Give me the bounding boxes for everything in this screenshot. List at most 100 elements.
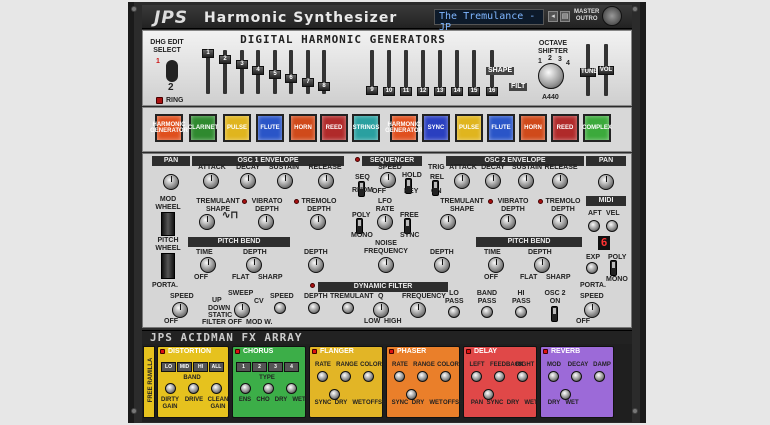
osc1-release-knob[interactable] bbox=[318, 173, 334, 189]
fx-chorus-led[interactable] bbox=[235, 349, 240, 354]
ring-led[interactable] bbox=[156, 97, 163, 104]
harmonic-slider-track[interactable] bbox=[306, 50, 310, 94]
fx-distortion-btn-2[interactable]: HI bbox=[193, 362, 208, 372]
pb-time-knob-2[interactable] bbox=[488, 257, 504, 273]
harmonic-slider-cap[interactable]: 4 bbox=[252, 66, 264, 75]
fx-reverb-knob[interactable] bbox=[548, 371, 559, 382]
harmonic-slider-track[interactable] bbox=[289, 50, 293, 94]
osc1-decay-knob[interactable] bbox=[240, 173, 256, 189]
dhg-edit-toggle[interactable] bbox=[166, 60, 178, 82]
fx-distortion-btn-3[interactable]: ALL bbox=[209, 362, 224, 372]
noise-depth-knob-2[interactable] bbox=[434, 257, 450, 273]
osc2-decay-knob[interactable] bbox=[485, 173, 501, 189]
filter-tremulant-knob[interactable] bbox=[342, 302, 354, 314]
tremolo-depth-knob-1[interactable] bbox=[310, 214, 326, 230]
fx-distortion-btn-0[interactable]: LO bbox=[161, 362, 176, 372]
aft-knob[interactable] bbox=[588, 220, 600, 232]
osc1-sustain-knob[interactable] bbox=[277, 173, 293, 189]
osc2-attack-knob[interactable] bbox=[454, 173, 470, 189]
exp-knob[interactable] bbox=[586, 262, 598, 274]
osc2-release-knob[interactable] bbox=[552, 173, 568, 189]
harmonic-slider-cap[interactable]: 6 bbox=[285, 74, 297, 83]
filter-speed-knob[interactable] bbox=[274, 302, 286, 314]
fx-distortion-knob[interactable] bbox=[165, 383, 176, 394]
lo-pass-knob[interactable] bbox=[448, 306, 460, 318]
harmonic-slider-cap[interactable]: 7 bbox=[302, 78, 314, 87]
fx-flanger-knob[interactable] bbox=[317, 371, 328, 382]
band-pass-knob[interactable] bbox=[481, 306, 493, 318]
harmonic-slider-cap[interactable]: 8 bbox=[318, 82, 330, 91]
osc2-on-switch[interactable] bbox=[551, 306, 558, 322]
fx-flanger-knob[interactable] bbox=[340, 371, 351, 382]
harmonic-slider-cap[interactable]: 11 bbox=[400, 87, 412, 96]
mod-wheel[interactable] bbox=[161, 212, 175, 236]
fx-delay-knob[interactable] bbox=[471, 371, 482, 382]
harmonic-slider-track[interactable] bbox=[240, 50, 244, 94]
harmonic-slider-cap[interactable]: 2 bbox=[219, 55, 231, 64]
octave-shifter-knob[interactable] bbox=[538, 63, 564, 89]
voice-right-6-button[interactable]: COMPLEX bbox=[582, 114, 612, 142]
fx-chorus-knob[interactable] bbox=[240, 383, 251, 394]
pan-right-knob[interactable] bbox=[598, 174, 614, 190]
voice-left-6-button[interactable]: STRINGS bbox=[352, 114, 380, 142]
voice-left-0-button[interactable]: HARMONIC GENERATOR bbox=[150, 114, 188, 142]
harmonic-slider-cap[interactable]: 13 bbox=[434, 87, 446, 96]
porta-speed-knob-left[interactable] bbox=[172, 302, 188, 318]
fx-phaser-knob[interactable] bbox=[440, 371, 451, 382]
fx-flanger-led[interactable] bbox=[312, 349, 317, 354]
vibrato-depth-knob-2[interactable] bbox=[500, 214, 516, 230]
tremulant-shape-knob-2[interactable] bbox=[440, 214, 456, 230]
filter-frequency-knob[interactable] bbox=[410, 302, 426, 318]
voice-left-3-button[interactable]: FLUTE bbox=[256, 114, 284, 142]
pb-time-knob-1[interactable] bbox=[200, 257, 216, 273]
master-outro-knob[interactable] bbox=[602, 6, 622, 26]
fx-phaser-led[interactable] bbox=[389, 349, 394, 354]
fx-distortion-btn-1[interactable]: MID bbox=[177, 362, 192, 372]
vibrato-led-1[interactable] bbox=[242, 199, 247, 204]
noise-frequency-knob[interactable] bbox=[378, 257, 394, 273]
voice-right-1-button[interactable]: SYNC bbox=[422, 114, 450, 142]
midi-channel-display[interactable]: 6 bbox=[598, 236, 610, 250]
harmonic-slider-cap[interactable]: 14 bbox=[451, 87, 463, 96]
filt-label[interactable]: FILT bbox=[509, 83, 528, 91]
voice-right-5-button[interactable]: REED bbox=[551, 114, 579, 142]
voice-right-4-button[interactable]: HORN bbox=[519, 114, 547, 142]
fx-chorus-knob[interactable] bbox=[263, 383, 274, 394]
sweep-selector-knob[interactable] bbox=[234, 302, 250, 318]
tremolo-depth-knob-2[interactable] bbox=[552, 214, 568, 230]
voice-left-5-button[interactable]: REED bbox=[320, 114, 348, 142]
pb-depth-knob-1[interactable] bbox=[246, 257, 262, 273]
harmonic-slider-cap[interactable]: 3 bbox=[236, 60, 248, 69]
fx-phaser-knob[interactable] bbox=[417, 371, 428, 382]
fx-distortion-knob[interactable] bbox=[211, 383, 222, 394]
harmonic-slider-cap[interactable]: 15 bbox=[468, 87, 480, 96]
voice-left-4-button[interactable]: HORN bbox=[289, 114, 317, 142]
poly-mono-switch-2[interactable] bbox=[610, 260, 617, 276]
voice-right-2-button[interactable]: PULSE bbox=[455, 114, 483, 142]
harmonic-slider-cap[interactable]: 16 bbox=[486, 87, 498, 96]
sequencer-led[interactable] bbox=[355, 157, 360, 162]
vol-slider[interactable]: VOL bbox=[598, 66, 614, 75]
seq-speed-knob[interactable] bbox=[380, 172, 396, 188]
hi-pass-knob[interactable] bbox=[515, 306, 527, 318]
pan-left-knob[interactable] bbox=[163, 174, 179, 190]
fx-chorus-btn-2[interactable]: 3 bbox=[268, 362, 283, 372]
fx-chorus-knob[interactable] bbox=[286, 383, 297, 394]
lfo-rate-knob[interactable] bbox=[377, 214, 393, 230]
patch-name-display[interactable]: The Tremulance - JP bbox=[434, 9, 544, 33]
fx-chorus-btn-3[interactable]: 4 bbox=[284, 362, 299, 372]
fx-chorus-btn-0[interactable]: 1 bbox=[236, 362, 251, 372]
noise-depth-knob-1[interactable] bbox=[308, 257, 324, 273]
vibrato-depth-knob-1[interactable] bbox=[258, 214, 274, 230]
voice-right-3-button[interactable]: FLUTE bbox=[487, 114, 515, 142]
voice-right-0-button[interactable]: HARMONIC GENERATOR bbox=[385, 114, 423, 142]
tremolo-led-1[interactable] bbox=[294, 199, 299, 204]
filter-depth-knob[interactable] bbox=[308, 302, 320, 314]
fx-delay-led[interactable] bbox=[466, 349, 471, 354]
fx-reverb-dry-wet-knob[interactable] bbox=[560, 389, 571, 400]
patch-folder-icon[interactable]: ▤ bbox=[560, 11, 570, 22]
harmonic-slider-cap[interactable]: 12 bbox=[417, 87, 429, 96]
patch-prev-icon[interactable]: ◂ bbox=[548, 11, 558, 22]
fx-reverb-led[interactable] bbox=[543, 349, 548, 354]
tune-slider[interactable]: TUNE bbox=[580, 68, 597, 77]
